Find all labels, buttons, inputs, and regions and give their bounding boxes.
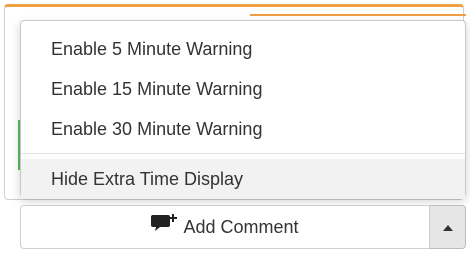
add-comment-button[interactable]: Add Comment: [20, 205, 430, 249]
caret-up-icon: [442, 218, 453, 236]
add-comment-label: Add Comment: [183, 216, 299, 237]
comment-button-group: Add Comment: [20, 205, 466, 249]
menu-item-enable-15-minute-warning[interactable]: Enable 15 Minute Warning: [21, 69, 465, 109]
menu-item-enable-30-minute-warning[interactable]: Enable 30 Minute Warning: [21, 109, 465, 149]
options-dropdown-menu: Enable 5 Minute Warning Enable 15 Minute…: [20, 20, 466, 199]
comment-plus-icon: [151, 213, 178, 238]
menu-item-enable-5-minute-warning[interactable]: Enable 5 Minute Warning: [21, 29, 465, 69]
dropdown-toggle-button[interactable]: [430, 205, 466, 249]
menu-item-hide-extra-time-display[interactable]: Hide Extra Time Display: [21, 159, 465, 199]
menu-divider: [21, 153, 465, 154]
page: Enable 5 Minute Warning Enable 15 Minute…: [0, 0, 470, 255]
